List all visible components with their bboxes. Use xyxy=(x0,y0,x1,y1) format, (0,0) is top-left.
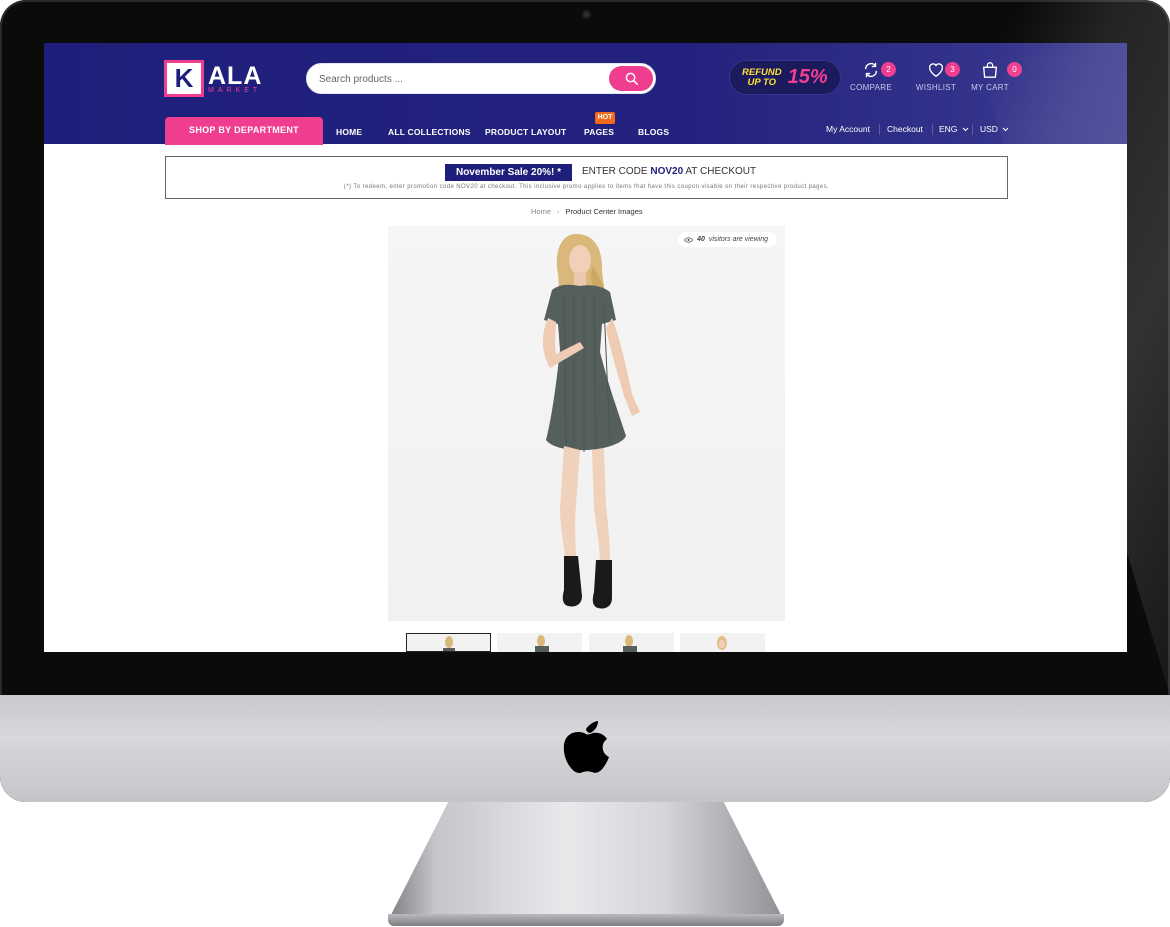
thumbnail-image xyxy=(535,635,549,652)
divider xyxy=(932,124,933,135)
browser-screen: K ALA MARKET REFUND UP TO xyxy=(44,43,1127,652)
language-value: ENG xyxy=(939,124,958,134)
monitor-stand-foot xyxy=(388,914,784,926)
refund-promo-badge[interactable]: REFUND UP TO 15% xyxy=(729,60,841,95)
model-in-dress-image xyxy=(542,234,640,609)
checkout-link[interactable]: Checkout xyxy=(887,124,923,134)
visitors-counter: 40 visitors are viewing xyxy=(678,232,777,247)
logo-tagline: MARKET xyxy=(208,86,262,94)
nav-item-all-collections[interactable]: ALL COLLECTIONS xyxy=(388,127,471,137)
heart-icon xyxy=(929,63,943,78)
search-input[interactable] xyxy=(319,70,599,88)
wishlist-count-badge: 3 xyxy=(945,62,960,77)
chevron-right-icon: › xyxy=(557,207,560,216)
my-account-link[interactable]: My Account xyxy=(826,124,870,134)
product-thumbnail[interactable] xyxy=(406,633,491,652)
currency-value: USD xyxy=(980,124,998,134)
divider xyxy=(972,124,973,135)
product-thumbnail[interactable] xyxy=(589,633,674,652)
shopping-bag-icon xyxy=(982,62,998,78)
promo-banner: November Sale 20%! * ENTER CODE NOV20 AT… xyxy=(165,156,1008,199)
shop-by-department-button[interactable]: SHOP BY DEPARTMENT xyxy=(165,117,323,145)
apple-logo-icon xyxy=(563,721,609,773)
logo-mark: K xyxy=(164,60,204,97)
wishlist-label: WISHLIST xyxy=(915,83,957,92)
product-thumbnail[interactable] xyxy=(497,633,582,652)
chevron-down-icon xyxy=(962,127,969,132)
nav-item-blogs[interactable]: BLOGS xyxy=(638,127,669,137)
breadcrumb-home[interactable]: Home xyxy=(531,207,551,216)
cart-button[interactable]: 0 MY CART xyxy=(960,61,1022,92)
compare-label: COMPARE xyxy=(850,83,892,92)
search-icon xyxy=(625,72,638,85)
cart-count-badge: 0 xyxy=(1007,62,1022,77)
visitors-text: visitors are viewing xyxy=(708,236,768,243)
logo-wordmark: ALA xyxy=(208,61,263,90)
site-logo[interactable]: K ALA MARKET xyxy=(164,60,262,97)
site-header: K ALA MARKET REFUND UP TO xyxy=(44,43,1127,145)
eye-icon xyxy=(684,236,694,243)
breadcrumb: Home › Product Center Images xyxy=(531,207,643,216)
nav-item-home[interactable]: HOME xyxy=(336,127,362,137)
imac-bezel: K ALA MARKET REFUND UP TO xyxy=(0,0,1170,802)
refund-value: 15% xyxy=(787,66,828,88)
breadcrumb-current: Product Center Images xyxy=(565,207,643,216)
nav-item-pages[interactable]: PAGES xyxy=(584,127,614,137)
chevron-down-icon xyxy=(1002,127,1009,132)
compare-icon xyxy=(864,62,878,78)
visitors-count: 40 xyxy=(697,236,705,243)
promo-code: NOV20 xyxy=(650,166,684,177)
wishlist-button[interactable]: 3 WISHLIST xyxy=(906,61,966,92)
compare-count-badge: 2 xyxy=(881,62,896,77)
currency-selector[interactable]: USD xyxy=(980,124,1009,134)
compare-button[interactable]: 2 COMPARE xyxy=(841,61,901,92)
refund-line-2: UP TO xyxy=(747,76,777,88)
cart-label: MY CART xyxy=(971,83,1009,92)
thumbnail-image xyxy=(443,636,455,651)
search-button[interactable] xyxy=(609,66,653,91)
promo-note: (*) To redeem, enter promotion code NOV2… xyxy=(343,184,830,190)
hot-badge: HOT xyxy=(595,112,615,124)
sale-tag: November Sale 20%! * xyxy=(445,164,572,181)
refund-line-1: REFUND xyxy=(742,66,782,78)
search-bar xyxy=(306,63,656,94)
camera-icon xyxy=(582,10,591,19)
nav-item-product-layout[interactable]: PRODUCT LAYOUT xyxy=(485,127,566,137)
language-selector[interactable]: ENG xyxy=(939,124,969,134)
monitor-stand xyxy=(388,796,784,921)
divider xyxy=(879,124,880,135)
product-thumbnail[interactable] xyxy=(680,633,765,652)
thumbnail-image xyxy=(623,635,637,652)
thumbnail-image xyxy=(717,636,727,650)
imac-chin xyxy=(0,695,1170,802)
promo-code-text: ENTER CODE NOV20 AT CHECKOUT xyxy=(582,166,757,177)
product-main-image[interactable]: 40 visitors are viewing xyxy=(388,226,785,621)
